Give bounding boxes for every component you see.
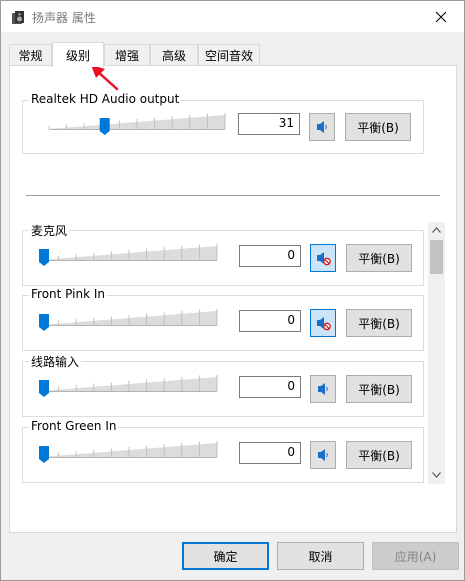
channel-volume-slider[interactable] bbox=[39, 308, 219, 332]
speaker-icon bbox=[318, 449, 328, 461]
channel-volume-value[interactable]: 0 bbox=[239, 376, 301, 398]
channel-volume-value[interactable]: 0 bbox=[239, 245, 301, 267]
speaker-icon bbox=[318, 383, 328, 395]
levels-panel: Realtek HD Audio output 31 平衡(B) 麦克风 0 平… bbox=[9, 65, 457, 533]
ok-button[interactable]: 确定 bbox=[182, 542, 269, 570]
channel-volume-value[interactable]: 0 bbox=[239, 310, 301, 332]
scroll-thumb[interactable] bbox=[430, 240, 443, 274]
master-output-group: Realtek HD Audio output 31 平衡(B) bbox=[22, 92, 424, 154]
channel-label: 线路输入 bbox=[29, 353, 82, 370]
channel-group-mic: 麦克风 0 平衡(B) bbox=[22, 222, 424, 286]
apply-button[interactable]: 应用(A) bbox=[372, 542, 459, 570]
slider-thumb[interactable] bbox=[99, 118, 110, 135]
tab-advanced[interactable]: 高级 bbox=[150, 44, 198, 66]
separator-line bbox=[26, 195, 440, 196]
speaker-muted-icon bbox=[317, 252, 331, 266]
channel-mute-button[interactable] bbox=[310, 375, 336, 403]
title-bar: 扬声器 属性 bbox=[1, 1, 464, 32]
cancel-button[interactable]: 取消 bbox=[277, 542, 364, 570]
channel-volume-slider[interactable] bbox=[39, 243, 219, 267]
channel-group-front-green-in: Front Green In 0 平衡(B) bbox=[22, 419, 424, 483]
channel-balance-button[interactable]: 平衡(B) bbox=[346, 441, 412, 469]
channel-balance-button[interactable]: 平衡(B) bbox=[346, 244, 412, 272]
slider-thumb[interactable] bbox=[39, 380, 49, 397]
scroll-down-arrow-icon[interactable] bbox=[432, 472, 441, 478]
master-mute-button[interactable] bbox=[309, 113, 335, 141]
speaker-app-icon bbox=[12, 11, 24, 24]
speaker-muted-icon bbox=[317, 317, 331, 331]
slider-thumb[interactable] bbox=[39, 446, 49, 463]
slider-thumb[interactable] bbox=[39, 314, 49, 331]
vertical-scrollbar[interactable] bbox=[428, 222, 445, 484]
channel-mute-button[interactable] bbox=[310, 244, 336, 272]
channel-volume-slider[interactable] bbox=[39, 374, 219, 398]
channel-balance-button[interactable]: 平衡(B) bbox=[346, 375, 412, 403]
slider-thumb[interactable] bbox=[39, 249, 49, 266]
close-button[interactable] bbox=[418, 1, 464, 32]
master-balance-button[interactable]: 平衡(B) bbox=[345, 113, 411, 141]
close-icon bbox=[435, 11, 447, 22]
channel-group-front-pink-in: Front Pink In 0 平衡(B) bbox=[22, 287, 424, 351]
channel-volume-value[interactable]: 0 bbox=[239, 442, 301, 464]
channel-label: 麦克风 bbox=[29, 222, 70, 239]
tab-levels[interactable]: 级别 bbox=[52, 42, 104, 67]
channel-balance-button[interactable]: 平衡(B) bbox=[346, 309, 412, 337]
window-title: 扬声器 属性 bbox=[32, 11, 96, 25]
channel-volume-slider[interactable] bbox=[39, 440, 219, 464]
properties-window: 扬声器 属性 常规 级别 增强 高级 空间音效 Realtek HD Audio… bbox=[0, 0, 465, 581]
channel-mute-button[interactable] bbox=[310, 441, 336, 469]
channel-group-line-in: 线路输入 0 平衡(B) bbox=[22, 353, 424, 417]
tab-spatial-sound[interactable]: 空间音效 bbox=[198, 44, 260, 66]
master-volume-slider[interactable] bbox=[47, 112, 227, 136]
scroll-up-arrow-icon[interactable] bbox=[432, 227, 441, 233]
channel-label: Front Green In bbox=[29, 419, 119, 433]
speaker-icon bbox=[317, 121, 327, 133]
channel-label: Front Pink In bbox=[29, 287, 107, 301]
channel-mute-button[interactable] bbox=[310, 309, 336, 337]
master-volume-value[interactable]: 31 bbox=[238, 113, 300, 135]
tab-general[interactable]: 常规 bbox=[9, 44, 52, 66]
